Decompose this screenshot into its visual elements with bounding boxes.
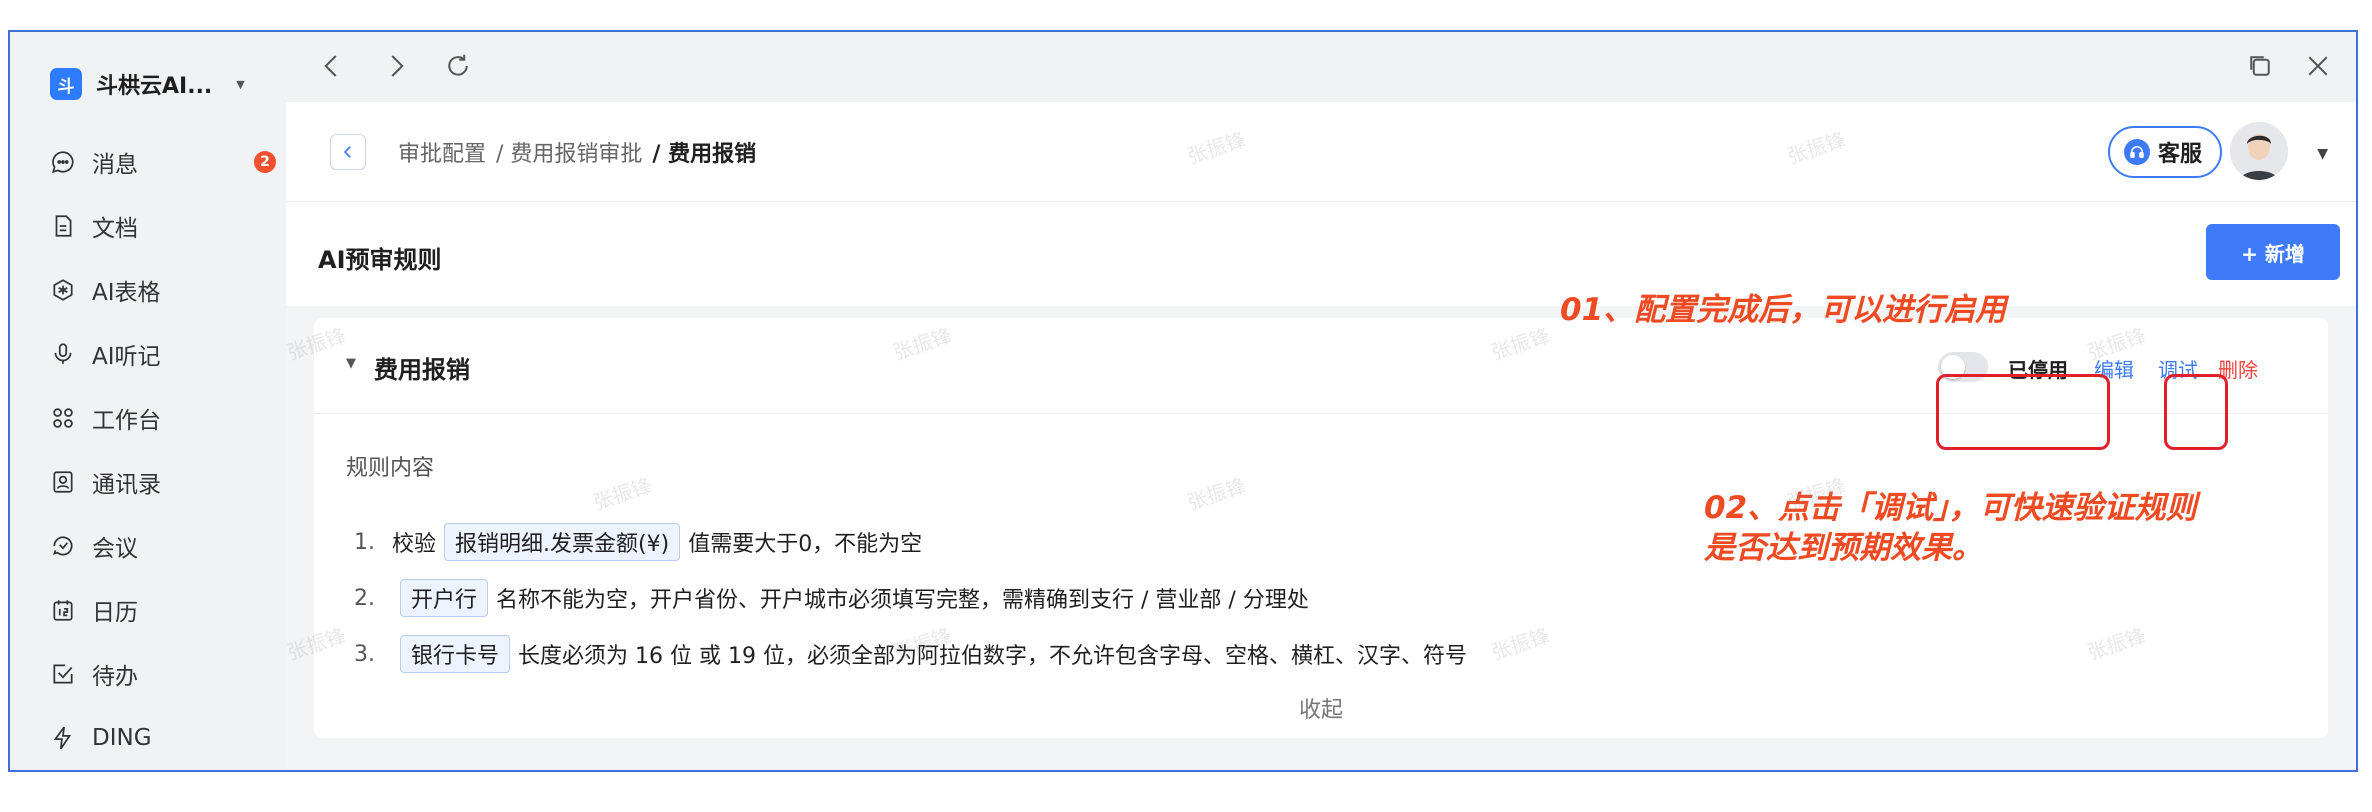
sidebar-item-label: AI听记 [92,344,161,370]
rule-number: 1. [354,529,375,555]
sidebar-item-label: 待办 [92,664,138,690]
sidebar-item-docs[interactable]: 文档 [48,194,161,258]
annotation-enable: 01、配置完成后，可以进行启用 [1560,292,2007,328]
breadcrumb: 审批配置 / 费用报销审批 / 费用报销 [398,136,766,168]
customer-service-button[interactable]: 客服 [2107,126,2222,178]
rule-content-label: 规则内容 [346,456,435,481]
grid-icon [48,403,78,433]
sidebar-item-workbench[interactable]: 工作台 [48,386,161,450]
add-rule-button[interactable]: + 新增 [2206,224,2340,280]
collapse-caret-icon[interactable]: ▼ [346,356,356,371]
todo-icon [48,659,78,689]
org-switcher[interactable]: 斗 斗栱云AI... ▼ [50,62,245,106]
annotation-debug-line2: 是否达到预期效果。 [1704,530,1983,566]
sidebar: 斗 斗栱云AI... ▼ 消息 2 文档 AI表格 AI听记 工作台 通讯录 会… [10,32,286,770]
meeting-icon [48,531,78,561]
chevron-left-icon [343,146,351,158]
list-item: 2. 开户行 名称不能为空，开户省份、开户城市必须填写完整，需精确到支行 / 营… [354,570,1467,626]
sidebar-nav: 消息 2 文档 AI表格 AI听记 工作台 通讯录 会议 日历 待办 DING [48,130,276,770]
sidebar-item-label: 工作台 [92,408,161,434]
rule-number: 3. [354,641,375,667]
main-content: 审批配置 / 费用报销审批 / 费用报销 客服 ▼ AI预审规则 + 新增 ▼ … [284,102,2356,770]
field-tag: 银行卡号 [400,635,511,673]
ai-recorder-icon [48,339,78,369]
customer-service-label: 客服 [2157,142,2202,167]
back-arrow-icon[interactable] [312,46,352,86]
field-tag: 开户行 [400,579,489,617]
close-icon[interactable] [2298,46,2338,86]
breadcrumb-approval-config[interactable]: 审批配置 [398,136,486,168]
sidebar-item-label: 日历 [92,600,138,626]
browser-toolbar [286,32,2356,102]
highlight-box-toggle [1936,374,2110,450]
org-logo: 斗 [50,68,82,100]
sidebar-item-label: 文档 [92,216,138,242]
avatar[interactable] [2230,122,2288,180]
caret-down-icon: ▼ [236,77,245,91]
app-window: 斗 斗栱云AI... ▼ 消息 2 文档 AI表格 AI听记 工作台 通讯录 会… [8,30,2358,772]
contacts-icon [48,467,78,497]
forward-arrow-icon[interactable] [376,46,416,86]
sidebar-item-calendar[interactable]: 日历 [48,578,161,642]
caret-down-icon[interactable]: ▼ [2317,146,2328,162]
sidebar-item-label: AI表格 [92,280,161,306]
sidebar-item-ai-table[interactable]: AI表格 [48,258,161,322]
collapse-button[interactable]: 收起 [314,692,2328,724]
lightning-icon [48,723,78,753]
rule-prefix: 校验 [392,532,437,557]
rule-card-title: 费用报销 [374,356,470,384]
sidebar-item-messages[interactable]: 消息 2 [48,130,276,194]
sidebar-item-label: 通讯录 [92,472,161,498]
breadcrumb-current: / 费用报销 [652,142,757,167]
sidebar-item-ding[interactable]: DING [48,706,161,770]
highlight-box-debug [2164,374,2228,450]
breadcrumb-back-button[interactable] [330,134,366,170]
sidebar-item-label: 会议 [92,536,138,562]
section-header: AI预审规则 + 新增 [286,202,2356,306]
headset-icon [2123,139,2150,165]
unread-badge: 2 [254,151,276,173]
rule-text: 长度必须为 16 位 或 19 位，必须全部为阿拉伯数字，不允许包含字母、空格、… [518,644,1467,669]
sidebar-item-todo[interactable]: 待办 [48,642,161,706]
sidebar-item-label: 消息 [92,152,138,178]
org-name: 斗栱云AI... [96,74,213,99]
refresh-icon[interactable] [438,46,478,86]
annotation-debug-line1: 02、点击「调试」，可快速验证规则 [1704,490,2197,526]
sidebar-item-contacts[interactable]: 通讯录 [48,450,161,514]
page-header: 审批配置 / 费用报销审批 / 费用报销 客服 ▼ [286,102,2356,202]
chat-bubble-icon [48,147,78,177]
calendar-icon [48,595,78,625]
rule-text: 值需要大于0，不能为空 [688,532,923,557]
ai-table-icon [48,275,78,305]
breadcrumb-expense-approval[interactable]: / 费用报销审批 [496,136,642,168]
rule-text: 名称不能为空，开户省份、开户城市必须填写完整，需精确到支行 / 营业部 / 分理… [496,588,1309,613]
document-icon [48,211,78,241]
section-title: AI预审规则 [318,246,442,274]
sidebar-item-ai-recorder[interactable]: AI听记 [48,322,161,386]
rule-number: 2. [354,585,375,611]
sidebar-item-meeting[interactable]: 会议 [48,514,161,578]
list-item: 1. 校验 报销明细.发票金额(¥) 值需要大于0，不能为空 [354,514,1467,570]
open-window-icon[interactable] [2240,46,2280,86]
sidebar-item-label: DING [92,725,152,751]
field-tag: 报销明细.发票金额(¥) [444,523,681,561]
